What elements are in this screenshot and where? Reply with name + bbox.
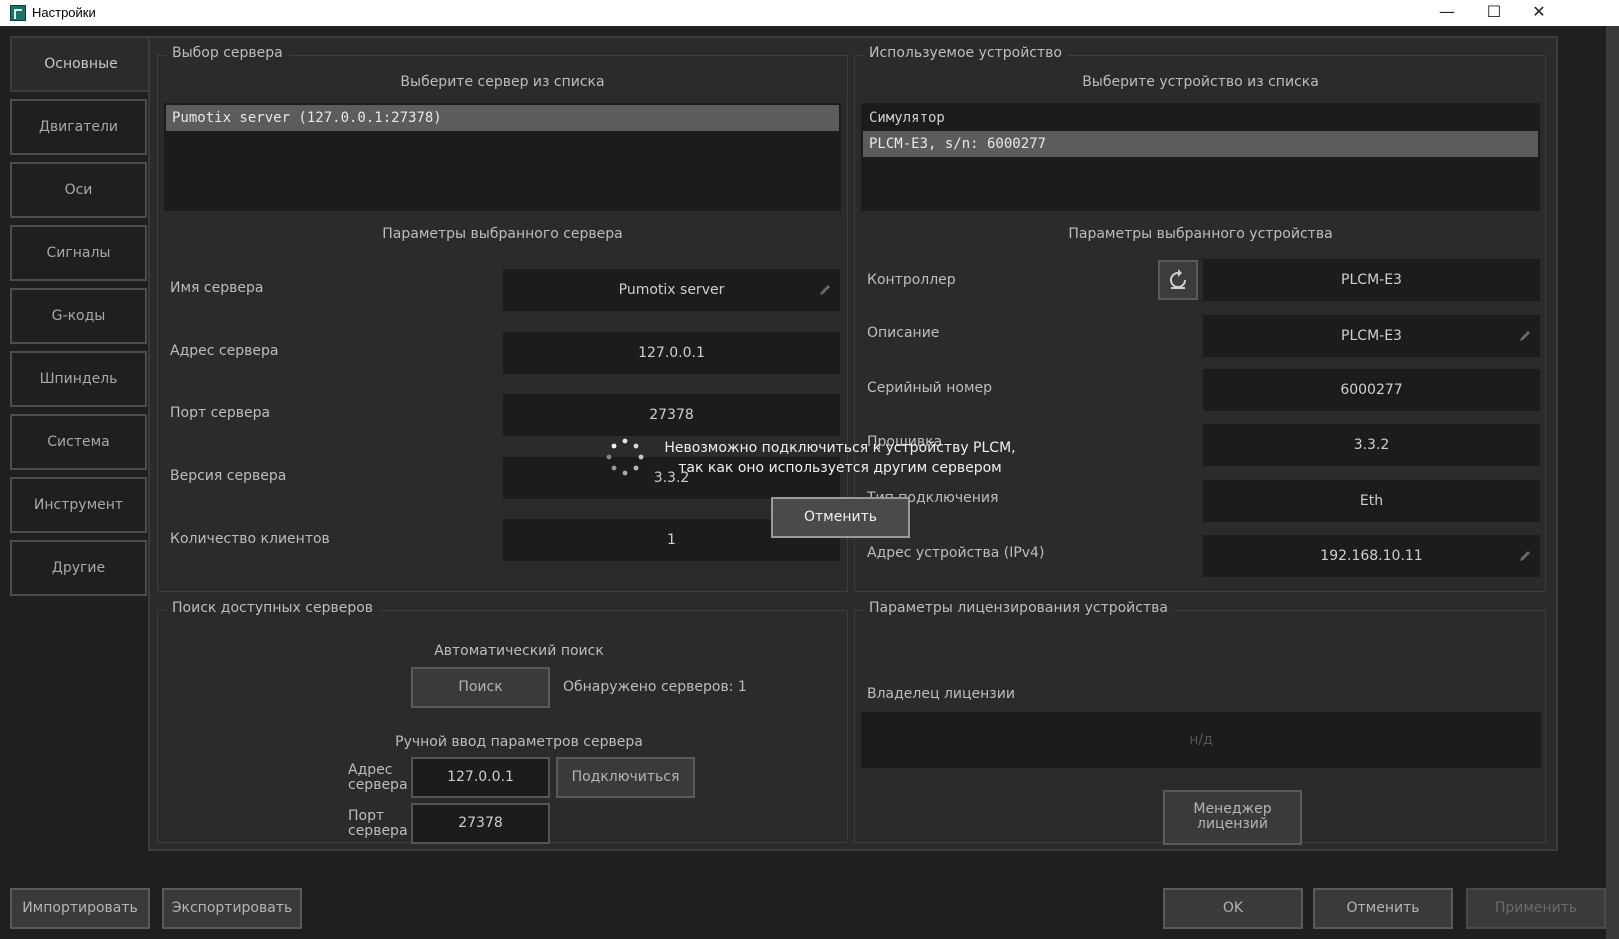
server-clients-label: Количество клиентов <box>170 531 330 547</box>
server-name-value: Pumotix server <box>618 282 725 298</box>
server-group-title: Выбор сервера <box>166 45 289 61</box>
search-button[interactable]: Поиск <box>411 667 550 708</box>
edit-pencil-icon[interactable] <box>1518 329 1532 343</box>
background-window-edge <box>1606 26 1619 939</box>
server-list[interactable]: Pumotix server (127.0.0.1:27378) <box>164 103 841 211</box>
refresh-controller-button[interactable] <box>1158 260 1198 300</box>
connect-button[interactable]: Подключиться <box>556 757 695 798</box>
server-list-caption: Выберите сервер из списка <box>400 74 605 90</box>
server-params-caption: Параметры выбранного сервера <box>382 226 623 242</box>
auto-search-caption: Автоматический поиск <box>434 643 604 659</box>
manual-address-label-line2: сервера <box>348 777 408 793</box>
refresh-icon <box>1170 269 1186 289</box>
manual-port-input[interactable]: 27378 <box>411 803 550 844</box>
server-version-label: Версия сервера <box>170 468 287 484</box>
manual-address-label: Адрес сервера <box>348 763 408 793</box>
tab-signals[interactable]: Сигналы <box>10 225 147 281</box>
export-button[interactable]: Экспортировать <box>162 888 302 929</box>
overlay-message-line1: Невозможно подключиться к устройству PLC… <box>664 440 1016 456</box>
controller-label: Контроллер <box>867 272 956 288</box>
license-manager-label-line1: Менеджер <box>1193 801 1272 817</box>
manual-port-label-line1: Порт <box>348 808 385 824</box>
manual-address-input[interactable]: 127.0.0.1 <box>411 757 550 798</box>
manual-port-label-line2: сервера <box>348 823 408 839</box>
firmware-field: 3.3.2 <box>1203 424 1540 466</box>
tab-system[interactable]: Система <box>10 414 147 470</box>
device-list-item-selected[interactable]: PLCM-E3, s/n: 6000277 <box>863 131 1538 157</box>
device-ip-field[interactable]: 192.168.10.11 <box>1203 535 1540 577</box>
servers-found-text: Обнаружено серверов: 1 <box>563 679 747 695</box>
manual-address-label-line1: Адрес <box>348 762 393 778</box>
device-group-title: Используемое устройство <box>863 45 1068 61</box>
edit-pencil-icon[interactable] <box>1518 549 1532 563</box>
server-address-label: Адрес сервера <box>170 343 279 359</box>
description-field[interactable]: PLCM-E3 <box>1203 315 1540 357</box>
manual-port-label: Порт сервера <box>348 809 408 839</box>
tab-motors[interactable]: Двигатели <box>10 99 147 155</box>
server-name-field[interactable]: Pumotix server <box>503 269 840 311</box>
server-port-label: Порт сервера <box>170 405 271 421</box>
controller-field[interactable]: PLCM-E3 <box>1203 259 1540 301</box>
device-ip-label: Адрес устройства (IPv4) <box>867 545 1045 561</box>
server-list-item[interactable]: Pumotix server (127.0.0.1:27378) <box>166 105 839 131</box>
license-manager-label-line2: лицензий <box>1197 816 1268 832</box>
license-owner-field: н/д <box>861 712 1541 768</box>
app-icon <box>10 5 26 21</box>
tab-main[interactable]: Основные <box>10 36 150 92</box>
device-ip-value: 192.168.10.11 <box>1320 548 1423 564</box>
tab-tool[interactable]: Инструмент <box>10 477 147 533</box>
search-group-title: Поиск доступных серверов <box>166 600 380 616</box>
description-label: Описание <box>867 325 940 341</box>
tab-other[interactable]: Другие <box>10 540 147 596</box>
license-owner-label: Владелец лицензии <box>867 686 1015 702</box>
import-button[interactable]: Импортировать <box>10 888 150 929</box>
license-manager-button[interactable]: Менеджер лицензий <box>1163 790 1302 845</box>
connection-type-field: Eth <box>1203 480 1540 522</box>
license-group-title: Параметры лицензирования устройства <box>863 600 1174 616</box>
device-params-caption: Параметры выбранного устройства <box>1068 226 1333 242</box>
device-list[interactable]: Симулятор PLCM-E3, s/n: 6000277 <box>861 103 1540 211</box>
tab-axes[interactable]: Оси <box>10 162 147 218</box>
title-bar: Настройки — ☐ ✕ <box>0 0 1619 26</box>
overlay-message: Невозможно подключиться к устройству PLC… <box>660 438 1020 478</box>
tab-gcodes[interactable]: G-коды <box>10 288 147 344</box>
serial-field: 6000277 <box>1203 369 1540 411</box>
loading-spinner-icon <box>605 437 645 477</box>
server-address-field: 127.0.0.1 <box>503 332 840 374</box>
device-list-caption: Выберите устройство из списка <box>1082 74 1319 90</box>
server-port-field: 27378 <box>503 394 840 436</box>
cancel-button[interactable]: Отменить <box>1313 888 1453 929</box>
serial-label: Серийный номер <box>867 380 993 396</box>
manual-entry-caption: Ручной ввод параметров сервера <box>395 734 643 750</box>
overlay-cancel-button[interactable]: Отменить <box>771 497 910 538</box>
minimize-button[interactable]: — <box>1424 0 1470 26</box>
description-value: PLCM-E3 <box>1341 328 1402 344</box>
ok-button[interactable]: OK <box>1163 888 1303 929</box>
edit-pencil-icon[interactable] <box>818 283 832 297</box>
window-title: Настройки <box>32 5 96 20</box>
tab-spindle[interactable]: Шпиндель <box>10 351 147 407</box>
apply-button[interactable]: Применить <box>1466 888 1606 929</box>
server-name-label: Имя сервера <box>170 280 264 296</box>
maximize-button[interactable]: ☐ <box>1471 0 1517 26</box>
device-list-item[interactable]: Симулятор <box>863 105 1538 131</box>
close-button[interactable]: ✕ <box>1516 0 1562 26</box>
overlay-message-line2: так как оно используется другим сервером <box>678 460 1002 476</box>
